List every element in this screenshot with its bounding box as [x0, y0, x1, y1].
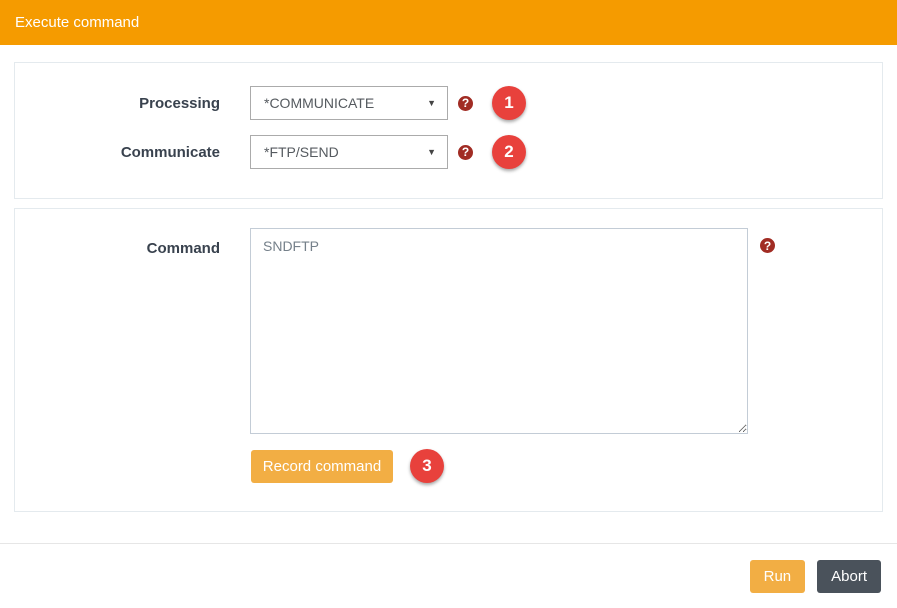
form-row-communicate: Communicate *FTP/SEND ▼ ? 2	[15, 135, 882, 169]
form-row-processing: Processing *COMMUNICATE ▼ ? 1	[15, 86, 882, 120]
form-row-command: Command SNDFTP ?	[15, 228, 882, 434]
question-mark-glyph: ?	[462, 146, 469, 158]
record-command-button[interactable]: Record command	[251, 450, 393, 483]
run-button[interactable]: Run	[750, 560, 806, 593]
chevron-down-icon: ▼	[427, 147, 436, 157]
execute-command-dialog: Execute command Processing *COMMUNICATE …	[0, 0, 897, 608]
dialog-header: Execute command	[0, 0, 897, 45]
help-icon[interactable]: ?	[458, 145, 473, 160]
processing-dropdown[interactable]: *COMMUNICATE ▼	[250, 86, 448, 120]
processing-label: Processing	[15, 95, 220, 112]
step-badge-1: 1	[492, 86, 526, 120]
record-command-row: Record command 3	[251, 449, 882, 483]
question-mark-glyph: ?	[462, 97, 469, 109]
communicate-dropdown[interactable]: *FTP/SEND ▼	[250, 135, 448, 169]
command-textarea[interactable]: SNDFTP	[250, 228, 748, 434]
communicate-label: Communicate	[15, 144, 220, 161]
help-icon[interactable]: ?	[760, 238, 775, 253]
step-badge-3: 3	[410, 449, 444, 483]
step-badge-2: 2	[492, 135, 526, 169]
processing-dropdown-value: *COMMUNICATE	[264, 95, 374, 111]
dialog-title: Execute command	[15, 14, 139, 31]
command-label: Command	[15, 228, 220, 257]
abort-button[interactable]: Abort	[817, 560, 881, 593]
communication-settings-panel: Processing *COMMUNICATE ▼ ? 1 Communicat…	[14, 62, 883, 199]
dialog-footer: Run Abort	[0, 543, 897, 608]
command-panel: Command SNDFTP ? Record command 3	[14, 208, 883, 512]
help-icon[interactable]: ?	[458, 96, 473, 111]
communicate-dropdown-value: *FTP/SEND	[264, 144, 339, 160]
chevron-down-icon: ▼	[427, 98, 436, 108]
question-mark-glyph: ?	[764, 240, 771, 252]
